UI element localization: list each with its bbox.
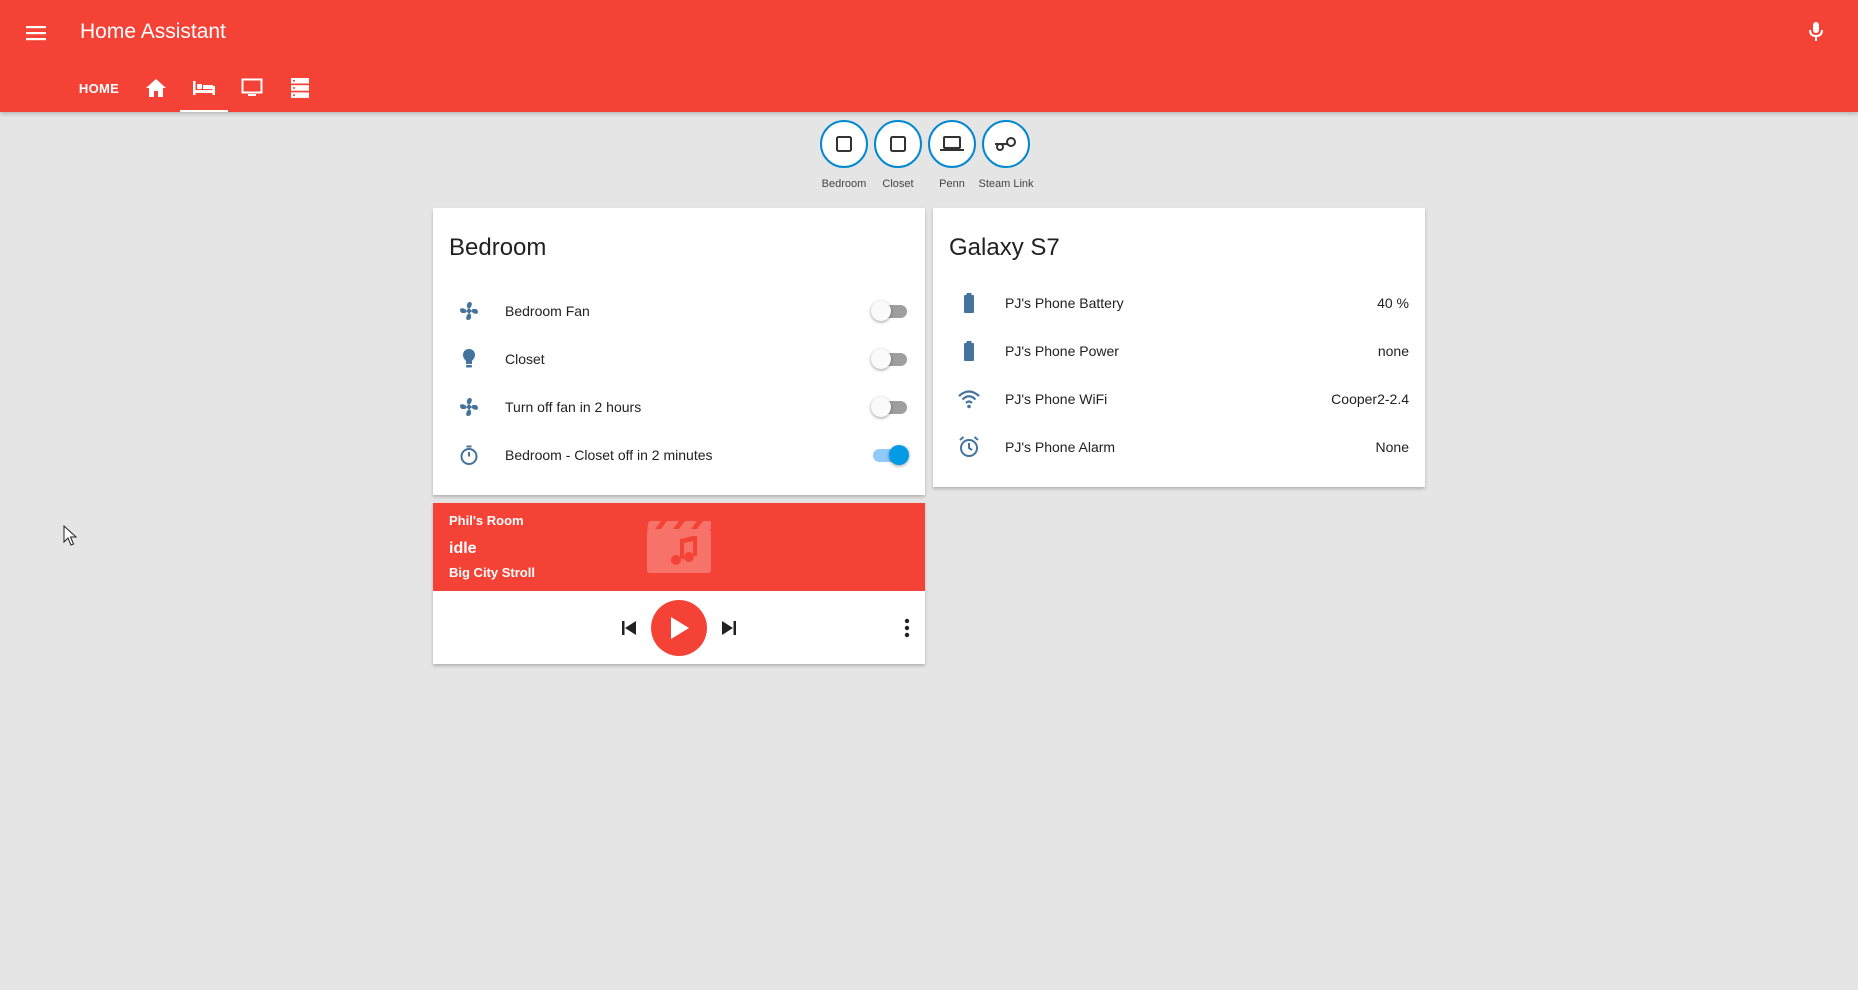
mouse-cursor-icon [63, 525, 77, 546]
app-title: Home Assistant [80, 20, 226, 43]
galaxy-s7-card: Galaxy S7 PJ's Phone Battery 40 % PJ's P… [933, 208, 1425, 487]
entity-row-closet[interactable]: Closet [449, 339, 909, 379]
entity-row-phone-alarm[interactable]: PJ's Phone Alarm None [949, 427, 1409, 467]
entity-value: Cooper2-2.4 [1331, 391, 1409, 407]
voice-command-button[interactable] [1802, 18, 1830, 46]
view-tabs: HOME [66, 64, 324, 112]
bedroom-fan-toggle[interactable] [871, 301, 909, 321]
badge-closet[interactable]: Closet [874, 120, 922, 190]
state-badges: Bedroom Closet Penn Steam Link [820, 120, 1034, 190]
entity-label: Turn off fan in 2 hours [505, 399, 642, 415]
battery-icon [949, 283, 989, 323]
closet-toggle[interactable] [871, 349, 909, 369]
laptop-icon [940, 136, 964, 151]
closet-timer-toggle[interactable] [871, 445, 909, 465]
fan-icon [449, 387, 489, 427]
entity-label: PJ's Phone WiFi [1005, 391, 1108, 407]
tab-bedroom[interactable] [180, 64, 228, 112]
play-icon [671, 617, 689, 639]
menu-icon [26, 26, 46, 41]
skip-previous-icon [622, 621, 636, 635]
play-button[interactable] [651, 600, 707, 656]
media-player-state: idle [449, 540, 477, 557]
more-options-button[interactable] [893, 614, 921, 642]
media-info-banner[interactable]: Phil's Room idle Big City Stroll [433, 503, 925, 591]
skip-next-icon [722, 621, 736, 635]
bed-icon [193, 81, 215, 95]
previous-track-button[interactable] [615, 614, 643, 642]
bedroom-card: Bedroom Bedroom Fan Closet Turn off fan … [433, 208, 925, 495]
tab-home[interactable]: HOME [66, 64, 132, 112]
tab-media[interactable] [228, 64, 276, 112]
music-video-icon [647, 521, 711, 573]
app-header: Home Assistant HOME [0, 0, 1858, 112]
timer-icon [449, 435, 489, 475]
entity-row-phone-battery[interactable]: PJ's Phone Battery 40 % [949, 283, 1409, 323]
entity-label: Bedroom Fan [505, 303, 590, 319]
microphone-icon [1809, 22, 1823, 41]
fan-icon [449, 291, 489, 331]
media-track-title: Big City Stroll [449, 565, 535, 580]
checkbox-blank-outline-icon [890, 136, 906, 152]
entity-row-bedroom-fan[interactable]: Bedroom Fan [449, 291, 909, 331]
badge-steam-link[interactable]: Steam Link [978, 120, 1034, 190]
home-icon [146, 79, 166, 97]
media-controls [433, 591, 925, 664]
entity-label: Closet [505, 351, 545, 367]
turn-off-fan-toggle[interactable] [871, 397, 909, 417]
menu-button[interactable] [22, 19, 50, 47]
battery-icon [949, 331, 989, 371]
entity-value: None [1375, 439, 1409, 455]
alarm-icon [949, 427, 989, 467]
badge-circle [982, 120, 1030, 168]
tab-home-icon[interactable] [132, 64, 180, 112]
media-player-name: Phil's Room [449, 513, 524, 528]
entity-row-turn-off-fan[interactable]: Turn off fan in 2 hours [449, 387, 909, 427]
entity-row-phone-wifi[interactable]: PJ's Phone WiFi Cooper2-2.4 [949, 379, 1409, 419]
steam-icon [995, 137, 1016, 151]
badge-label: Steam Link [978, 178, 1034, 190]
media-player-card: Phil's Room idle Big City Stroll [433, 503, 925, 664]
entity-row-phone-power[interactable]: PJ's Phone Power none [949, 331, 1409, 371]
badge-circle [874, 120, 922, 168]
server-icon [291, 78, 309, 98]
tab-server[interactable] [276, 64, 324, 112]
card-title: Galaxy S7 [949, 234, 1060, 261]
badge-circle [820, 120, 868, 168]
entity-label: PJ's Phone Power [1005, 343, 1119, 359]
badge-bedroom[interactable]: Bedroom [820, 120, 868, 190]
badge-penn[interactable]: Penn [928, 120, 976, 190]
monitor-icon [241, 78, 263, 96]
entity-label: Bedroom - Closet off in 2 minutes [505, 447, 713, 463]
next-track-button[interactable] [715, 614, 743, 642]
entity-row-closet-timer[interactable]: Bedroom - Closet off in 2 minutes [449, 435, 909, 475]
entity-label: PJ's Phone Alarm [1005, 439, 1116, 455]
entity-value: 40 % [1377, 295, 1409, 311]
card-title: Bedroom [449, 234, 547, 261]
entity-value: none [1377, 343, 1409, 359]
badge-circle [928, 120, 976, 168]
lightbulb-icon [449, 339, 489, 379]
entity-label: PJ's Phone Battery [1005, 295, 1124, 311]
wifi-icon [949, 379, 989, 419]
checkbox-blank-outline-icon [836, 136, 852, 152]
more-vertical-icon [904, 618, 910, 638]
